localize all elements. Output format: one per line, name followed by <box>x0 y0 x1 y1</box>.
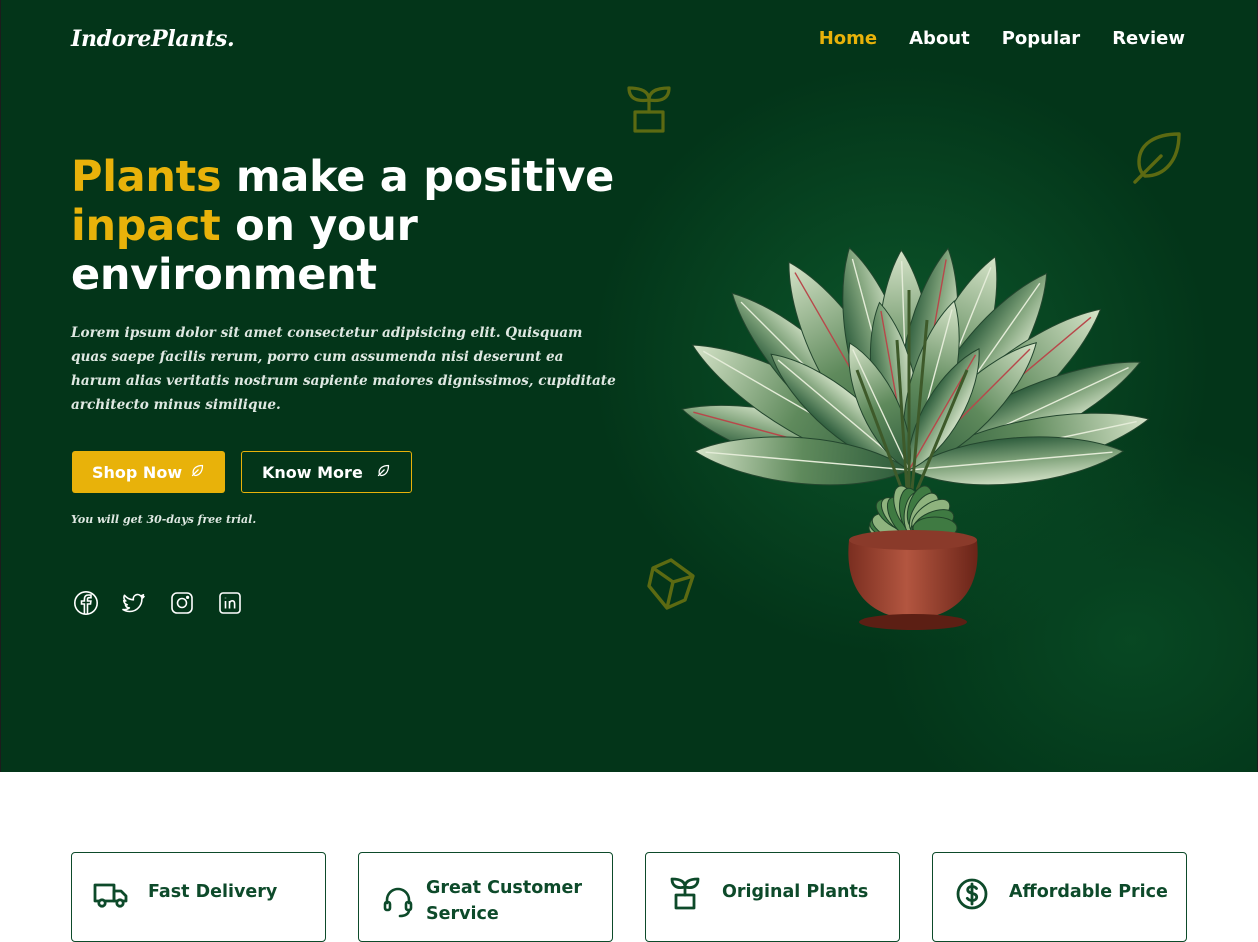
feature-card-affordable-price[interactable]: Affordable Price <box>932 852 1187 942</box>
headset-icon <box>379 883 417 921</box>
nav-about[interactable]: About <box>909 28 970 49</box>
facebook-icon[interactable] <box>73 590 99 616</box>
hero-headline: Plants make a positive inpact on your en… <box>71 153 631 300</box>
feature-card-fast-delivery[interactable]: Fast Delivery <box>71 852 326 942</box>
linkedin-icon[interactable] <box>217 590 243 616</box>
sprout-icon <box>666 875 704 913</box>
brand-logo[interactable]: IndorePlants. <box>71 26 235 52</box>
trial-note: You will get 30-days free trial. <box>71 513 257 526</box>
know-more-button[interactable]: Know More <box>241 451 412 493</box>
dollar-icon <box>953 875 991 913</box>
leaf-icon <box>190 463 205 482</box>
plant-image <box>637 110 1185 640</box>
feature-label: Fast Delivery <box>148 882 278 902</box>
leaf-icon <box>376 463 391 482</box>
truck-icon <box>92 875 130 913</box>
headline-highlight-inpact: inpact <box>71 201 221 251</box>
hero-section: IndorePlants. Home About Popular Review … <box>0 0 1258 772</box>
nav-popular[interactable]: Popular <box>1002 28 1080 49</box>
social-links <box>73 590 243 616</box>
instagram-icon[interactable] <box>169 590 195 616</box>
feature-label: Original Plants <box>722 882 869 902</box>
know-more-label: Know More <box>262 462 363 482</box>
hero-description: Lorem ipsum dolor sit amet consectetur a… <box>71 325 616 413</box>
feature-label: Great Customer Service <box>426 878 582 924</box>
twitter-icon[interactable] <box>121 590 147 616</box>
headline-text-1: make a positive <box>221 152 614 202</box>
shop-now-label: Shop Now <box>92 462 183 482</box>
headline-highlight-plants: Plants <box>71 152 222 202</box>
features-section: Fast Delivery Great Customer Service Ori… <box>0 772 1258 942</box>
feature-label: Affordable Price <box>1009 882 1168 902</box>
feature-card-customer-service[interactable]: Great Customer Service <box>358 852 613 942</box>
nav-review[interactable]: Review <box>1112 28 1185 49</box>
main-nav: Home About Popular Review <box>819 28 1185 49</box>
feature-card-original-plants[interactable]: Original Plants <box>645 852 900 942</box>
nav-home[interactable]: Home <box>819 28 877 49</box>
shop-now-button[interactable]: Shop Now <box>72 451 225 493</box>
